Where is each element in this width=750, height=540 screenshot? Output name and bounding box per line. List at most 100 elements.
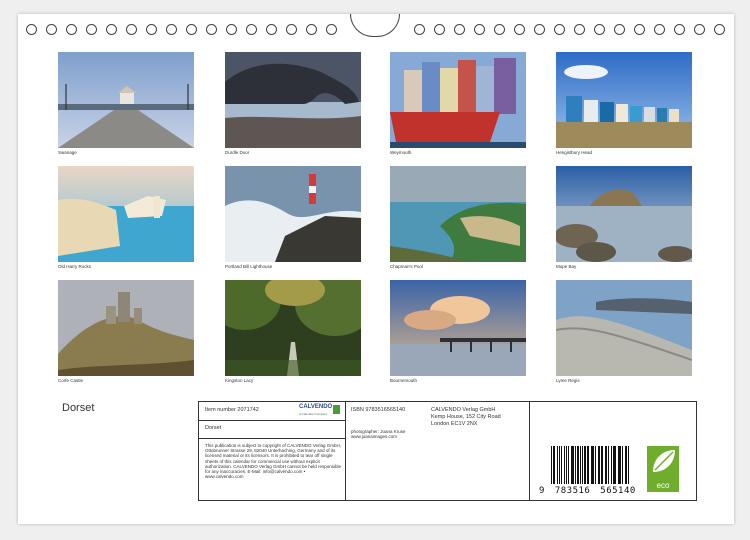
binding-hole	[494, 24, 505, 35]
binding-hole	[166, 24, 177, 35]
photo-mupe-bay	[556, 166, 692, 267]
barcode-bar	[622, 446, 623, 484]
barcode-bar	[604, 446, 606, 484]
binding-hole	[474, 24, 485, 35]
binding-hole	[86, 24, 97, 35]
binding-hole	[634, 24, 645, 35]
barcode-bar	[612, 446, 614, 484]
caption-hengistbury-head: Hengistbury Head	[556, 150, 593, 155]
kingston-lacy-image	[225, 280, 361, 376]
photo-corfe-castle	[58, 280, 194, 381]
binding-hole	[146, 24, 157, 35]
divider	[529, 402, 530, 500]
barcode-bar	[600, 446, 603, 484]
photo-durdle-door	[225, 52, 361, 153]
barcode-bar	[611, 446, 612, 484]
barcode-bar	[599, 446, 600, 484]
binding-hole	[574, 24, 585, 35]
binding-hole	[206, 24, 217, 35]
binding-hole	[714, 24, 725, 35]
caption-chapmans-pool: Chapman's Pool	[390, 264, 423, 269]
photo-kingston-lacy	[225, 280, 361, 381]
barcode-bar	[626, 446, 628, 484]
publisher-line-1: CALVENDO Verlag GmbH	[431, 407, 496, 413]
publisher-line-2: Kemp House, 152 City Road	[431, 414, 501, 420]
calvendo-tagline: A Calendar Company	[299, 412, 328, 416]
weymouth-image	[390, 52, 526, 148]
barcode-first-digit: 9	[539, 486, 545, 496]
binding-hole	[226, 24, 237, 35]
barcode-bar	[577, 446, 580, 484]
divider	[199, 438, 345, 439]
barcode-bar	[570, 446, 572, 484]
barcode-bar	[586, 446, 588, 484]
photo-weymouth	[390, 52, 526, 153]
legal-notice: This publication is subject to copyright…	[205, 443, 341, 480]
eco-label: eco	[656, 481, 670, 490]
binding-hole	[594, 24, 605, 35]
calvendo-logo: CALVENDO	[299, 404, 333, 410]
barcode-bar	[568, 446, 569, 484]
binding-hole	[286, 24, 297, 35]
barcode-bar	[554, 446, 556, 484]
barcode-bar	[584, 446, 586, 484]
calvendo-logo-mark	[333, 405, 340, 414]
binding-hole	[454, 24, 465, 35]
barcode-bar	[594, 446, 596, 484]
barcode-left-digits: 783516	[554, 486, 591, 496]
divider	[199, 420, 345, 421]
caption-kingston-lacy: Kingston Lacy	[225, 378, 254, 383]
photo-bournemouth	[390, 280, 526, 381]
lyme-regis-image	[556, 280, 692, 376]
binding-hole	[694, 24, 705, 35]
binding-hole	[614, 24, 625, 35]
calendar-title: Dorset	[62, 402, 95, 414]
barcode-bar	[588, 446, 589, 484]
binding-hole	[306, 24, 317, 35]
binding-hole	[674, 24, 685, 35]
photo-chapmans-pool	[390, 166, 526, 267]
binding-hole	[654, 24, 665, 35]
barcode-bar	[559, 446, 560, 484]
barcode-bar	[572, 446, 574, 484]
binding-hole	[186, 24, 197, 35]
caption-old-harry-rocks: Old Harry Rocks	[58, 264, 92, 269]
item-number: Item number 2071742	[205, 407, 259, 413]
binding-hole	[246, 24, 257, 35]
info-name: Dorset	[205, 425, 222, 431]
caption-lyme-regis: Lyme Regis	[556, 378, 580, 383]
barcode-right-digits: 565140	[600, 486, 636, 496]
barcode-bar	[617, 446, 619, 484]
barcode-bar	[624, 446, 626, 484]
barcode-bar	[564, 446, 566, 484]
barcode-bar	[608, 446, 610, 484]
photo-lyme-regis	[556, 280, 692, 381]
old-harry-rocks-image	[58, 166, 194, 262]
binding-hole	[554, 24, 565, 35]
binding-hole	[434, 24, 445, 35]
leaf-icon	[653, 450, 675, 472]
barcode-bar	[619, 446, 622, 484]
barcode-bar	[606, 446, 608, 484]
barcode-bar	[557, 446, 559, 484]
caption-swanage: Swanage	[58, 150, 77, 155]
caption-corfe-castle: Corfe Castle	[58, 378, 84, 383]
binding-hole	[106, 24, 117, 35]
barcode-bar	[566, 446, 568, 484]
portland-bill-image	[225, 166, 361, 262]
binding-hole	[414, 24, 425, 35]
photo-swanage	[58, 52, 194, 153]
chapmans-pool-image	[390, 166, 526, 262]
photographer-website: www.joanaimages.com	[351, 434, 398, 439]
publication-info-box: Item number 2071742 CALVENDO A Calendar …	[198, 401, 697, 501]
photo-hengistbury-head	[556, 52, 692, 153]
barcode-digits: 9 783516 565140	[539, 486, 636, 496]
barcode-bar	[614, 446, 616, 484]
barcode-bar	[590, 446, 592, 484]
hengistbury-head-image	[556, 52, 692, 148]
binding-hole	[46, 24, 57, 35]
isbn-barcode	[551, 446, 631, 484]
barcode-bar	[552, 446, 554, 484]
binding-hole	[266, 24, 277, 35]
bournemouth-image	[390, 280, 526, 376]
